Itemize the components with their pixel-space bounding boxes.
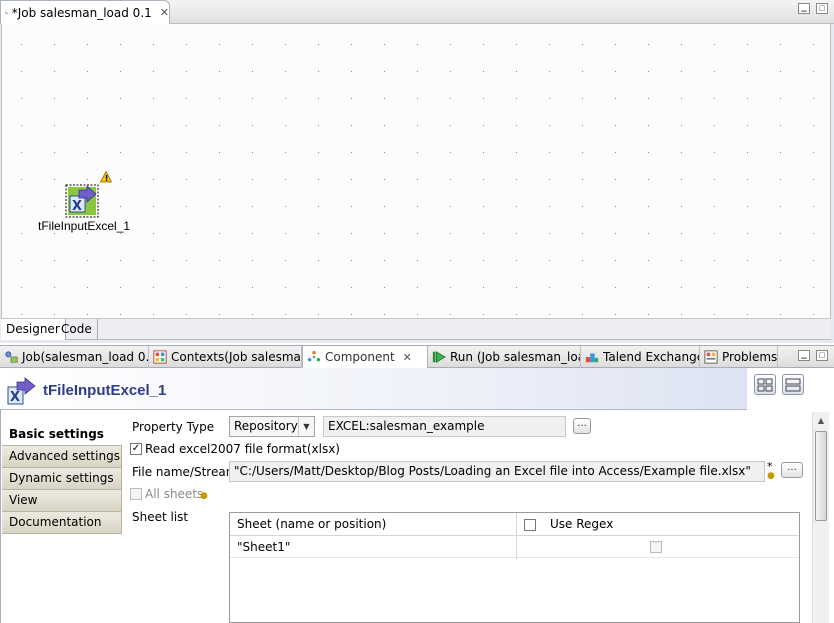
scroll-up-icon[interactable]: ▲: [813, 412, 829, 429]
tab-label: Component: [325, 350, 395, 364]
tab-problems[interactable]: Problems: [700, 346, 778, 368]
close-icon[interactable]: ✕: [160, 6, 169, 19]
component-label[interactable]: tFileInputExcel_1: [38, 219, 130, 233]
tab-label: Contexts(Job salesman_: [171, 350, 302, 364]
nav-basic-settings[interactable]: Basic settings: [2, 424, 122, 446]
nav-view[interactable]: View: [2, 490, 122, 512]
minimize-icon[interactable]: ▁: [798, 3, 810, 14]
tab-component[interactable]: Component ✕: [302, 346, 428, 368]
maximize-icon[interactable]: □: [816, 3, 828, 14]
file-browse-button[interactable]: ...: [781, 462, 803, 478]
run-icon: [432, 351, 446, 363]
tab-code[interactable]: Code: [56, 319, 98, 340]
job-icon: [5, 11, 8, 14]
nav-documentation[interactable]: Documentation: [2, 512, 122, 534]
editor-tab-bar: *Job salesman_load 0.1 ✕ ▁ □: [0, 0, 834, 24]
view-window-controls: ▁ □: [798, 350, 828, 361]
job-editor: *Job salesman_load 0.1 ✕ ▁ □ X ! tFileIn…: [0, 0, 834, 343]
tab-talend-exchange[interactable]: Talend Exchange: [581, 346, 700, 368]
property-type-value: Repository: [234, 419, 298, 433]
all-sheets-checkbox[interactable]: [130, 488, 142, 500]
use-regex-checkbox[interactable]: [650, 541, 662, 553]
close-icon[interactable]: ✕: [403, 351, 412, 364]
sheet-list-label: Sheet list: [132, 510, 189, 524]
grid-layout-icon[interactable]: [754, 374, 776, 395]
svg-text:!: !: [105, 174, 109, 183]
vertical-scrollbar[interactable]: ▲: [812, 412, 829, 623]
scroll-thumb[interactable]: [815, 431, 827, 521]
svg-text:X: X: [10, 390, 20, 405]
designer-canvas[interactable]: [1, 24, 831, 318]
chevron-down-icon: ▼: [298, 417, 314, 436]
exchange-icon: [585, 353, 599, 363]
nav-dynamic-settings[interactable]: Dynamic settings: [2, 468, 122, 490]
repository-browse-button[interactable]: ...: [573, 418, 591, 434]
component-title: tFileInputExcel_1: [43, 382, 167, 399]
maximize-icon[interactable]: □: [816, 350, 828, 361]
stacked-layout-icon[interactable]: [782, 374, 804, 395]
use-regex-all-checkbox[interactable]: [524, 519, 536, 531]
tab-label: Job(salesman_load 0.1): [22, 350, 149, 364]
excel-input-icon: X: [7, 377, 36, 405]
file-name-label: File name/Stream: [132, 465, 238, 479]
settings-nav: Basic settings Advanced settings Dynamic…: [2, 424, 122, 534]
warning-icon[interactable]: !: [100, 171, 112, 183]
tab-label: Problems: [722, 350, 778, 364]
component-icon: [307, 350, 321, 362]
column-header-use-regex[interactable]: Use Regex: [517, 513, 799, 536]
read-excel2007-label: Read excel2007 file format(xlsx): [145, 442, 340, 456]
designer-code-tabs: Designer Code: [1, 318, 831, 340]
read-excel2007-checkbox[interactable]: ✓: [130, 443, 142, 455]
nav-advanced-settings[interactable]: Advanced settings: [2, 446, 122, 468]
column-header-sheet[interactable]: Sheet (name or position): [230, 513, 516, 536]
view-tab-bar: Job(salesman_load 0.1) Contexts(Job sale…: [0, 345, 834, 368]
tab-contexts[interactable]: Contexts(Job salesman_: [149, 346, 302, 368]
excel-input-component-icon[interactable]: X: [65, 184, 99, 218]
tab-job[interactable]: Job(salesman_load 0.1): [0, 346, 149, 368]
repository-field[interactable]: EXCEL:salesman_example: [323, 416, 566, 437]
problems-icon: [704, 350, 718, 364]
sheet-list-table[interactable]: Sheet (name or position) Use Regex "Shee…: [229, 512, 800, 623]
table-cell-sheet[interactable]: "Sheet1": [230, 537, 516, 558]
window-controls: ▁ □: [798, 3, 828, 14]
bulb-icon: ●: [767, 471, 775, 481]
contexts-icon: [153, 350, 167, 364]
editor-tab-label: *Job salesman_load 0.1: [11, 5, 152, 20]
job-icon: [5, 351, 18, 363]
tab-label: Talend Exchange: [603, 350, 700, 364]
property-type-label: Property Type: [132, 420, 215, 434]
property-type-select[interactable]: Repository ▼: [229, 416, 315, 437]
minimize-icon[interactable]: ▁: [798, 350, 810, 361]
bulb-icon: ●: [200, 491, 208, 501]
tab-label: Run (Job salesman_loa: [450, 350, 581, 364]
editor-tab-job[interactable]: *Job salesman_load 0.1 ✕: [0, 0, 170, 24]
file-name-field[interactable]: "C:/Users/Matt/Desktop/Blog Posts/Loadin…: [229, 461, 765, 482]
tab-run[interactable]: Run (Job salesman_loa: [428, 346, 581, 368]
svg-text:X: X: [72, 199, 82, 214]
all-sheets-label: All sheets: [145, 487, 204, 501]
